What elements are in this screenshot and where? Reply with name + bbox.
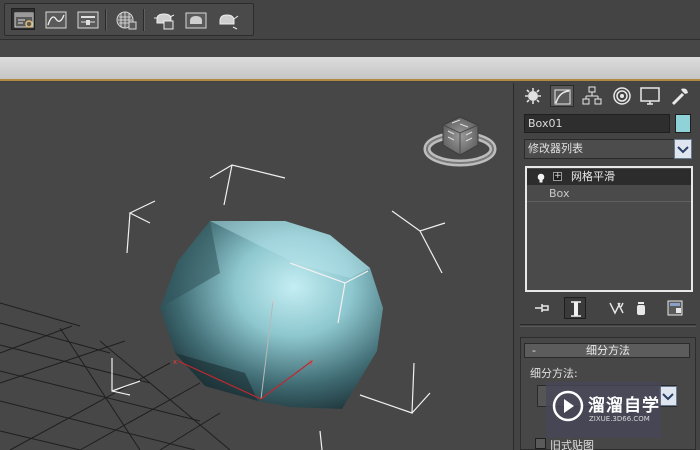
stack-toolbar	[526, 297, 692, 319]
app-window: z x y Box01 修改器列表 + 网格平滑 Box - 细分方法 细分方法…	[0, 0, 700, 450]
chevron-down-icon[interactable]	[659, 386, 677, 406]
modifier-stack: + 网格平滑 Box	[525, 166, 693, 292]
watermark-badge: 溜溜自学 ZIXUE.3D66.COM	[546, 382, 661, 438]
svg-text:y: y	[309, 358, 313, 366]
remove-modifier-icon[interactable]	[630, 297, 652, 319]
svg-text:x: x	[173, 358, 177, 366]
pin-stack-icon[interactable]	[532, 297, 554, 319]
modifier-list-dropdown[interactable]: 修改器列表	[524, 139, 682, 159]
toolbar-panel	[4, 3, 254, 36]
configure-modifier-sets-icon[interactable]	[664, 297, 686, 319]
main-toolbar	[0, 0, 700, 40]
display-tab-icon[interactable]	[638, 85, 662, 107]
expand-plus-icon[interactable]: +	[553, 172, 562, 181]
lightbulb-icon[interactable]	[537, 172, 545, 183]
subdivision-method-label: 细分方法:	[530, 367, 578, 380]
watermark-logo-icon	[552, 390, 584, 422]
legacy-mapping-label: 旧式贴图	[550, 439, 594, 450]
stack-item-box[interactable]: Box	[527, 186, 691, 202]
panel-divider	[520, 324, 696, 327]
viewport-canvas: z x y	[0, 116, 497, 450]
viewport-title-strip	[0, 57, 700, 81]
hierarchy-tab-icon[interactable]	[580, 85, 604, 107]
stack-item-label: 网格平滑	[571, 170, 615, 183]
render-setup-icon[interactable]	[75, 8, 99, 30]
scene-explorer-icon[interactable]	[11, 8, 35, 30]
ribbon-band	[0, 40, 700, 57]
command-panel-tabs	[518, 83, 698, 109]
curve-editor-icon[interactable]	[43, 8, 67, 30]
chevron-down-icon[interactable]	[674, 139, 692, 159]
watermark-title: 溜溜自学	[588, 396, 660, 416]
svg-text:z: z	[271, 297, 275, 305]
object-name-field[interactable]: Box01	[524, 114, 670, 133]
viewcube[interactable]	[423, 116, 497, 167]
make-unique-icon[interactable]	[606, 297, 628, 319]
motion-tab-icon[interactable]	[610, 85, 634, 107]
perspective-viewport[interactable]: z x y	[0, 83, 514, 450]
legacy-mapping-checkbox[interactable]	[535, 438, 546, 449]
show-end-result-icon[interactable]	[564, 297, 586, 319]
modify-tab-icon[interactable]	[550, 85, 574, 107]
rollout-header[interactable]: - 细分方法	[524, 343, 690, 358]
render-frame-icon[interactable]	[151, 8, 175, 30]
create-tab-icon[interactable]	[521, 85, 545, 107]
render-production-icon[interactable]	[183, 8, 207, 30]
render-iterative-icon[interactable]	[215, 8, 239, 30]
stack-item-meshsmooth[interactable]: + 网格平滑	[527, 169, 691, 185]
stack-item-label: Box	[549, 187, 570, 200]
watermark-url: ZIXUE.3D66.COM	[589, 415, 650, 423]
toolbar-separator	[143, 9, 145, 31]
object-color-swatch[interactable]	[675, 114, 691, 133]
rollout-title: 细分方法	[586, 344, 630, 357]
toolbar-separator	[105, 9, 107, 31]
material-editor-icon[interactable]	[113, 8, 137, 30]
utilities-tab-icon[interactable]	[668, 85, 692, 107]
